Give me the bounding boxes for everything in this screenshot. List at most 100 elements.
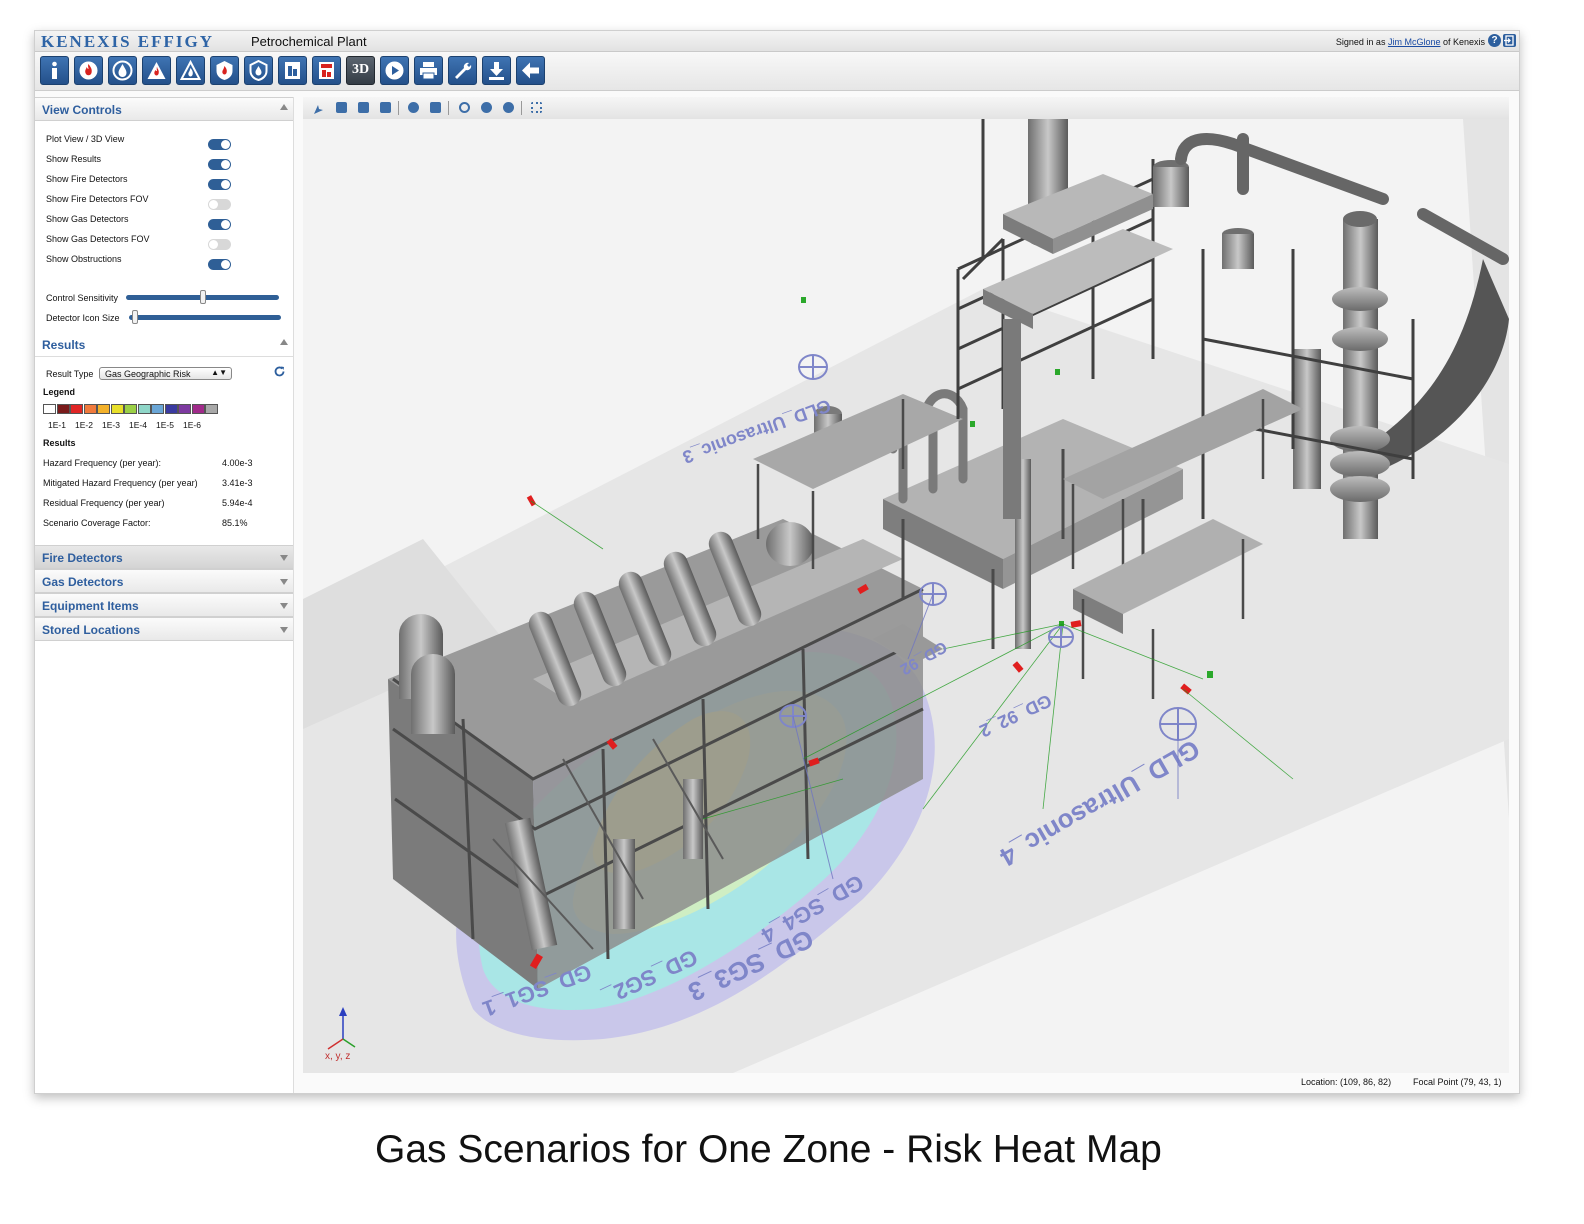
legend-swatch — [137, 404, 151, 414]
report-red-icon[interactable] — [312, 56, 341, 85]
plot-3d-toggle[interactable] — [208, 139, 231, 150]
legend-swatch — [164, 404, 178, 414]
download-icon[interactable] — [482, 56, 511, 85]
stored-locations-header[interactable]: Stored Locations — [35, 617, 293, 641]
slider-label: Detector Icon Size — [46, 313, 120, 323]
legend-tick: 1E-1 — [48, 420, 66, 430]
section-title: Stored Locations — [42, 623, 141, 637]
show-fire-detectors-toggle[interactable] — [208, 179, 231, 190]
legend-tick: 1E-6 — [183, 420, 201, 430]
minus-circle-icon[interactable] — [503, 102, 514, 113]
help-icon[interactable]: ? — [1488, 34, 1501, 47]
info-icon[interactable] — [40, 56, 69, 85]
slider-label: Control Sensitivity — [46, 293, 119, 303]
results-subheading: Results — [43, 438, 76, 448]
plant-name: Petrochemical Plant — [251, 34, 367, 49]
expand-arrow-icon[interactable] — [280, 627, 288, 633]
print-icon[interactable] — [414, 56, 443, 85]
legend-swatch — [110, 404, 124, 414]
legend-swatch — [205, 404, 218, 414]
results-header[interactable]: Results — [35, 333, 293, 357]
camera-icon[interactable] — [430, 102, 441, 113]
slider-thumb[interactable] — [199, 290, 206, 304]
toggle-label: Show Fire Detectors — [46, 174, 128, 184]
show-results-toggle[interactable] — [208, 159, 231, 170]
result-type-value: Gas Geographic Risk — [105, 369, 191, 379]
legend-tick: 1E-2 — [75, 420, 93, 430]
legend-title: Legend — [43, 387, 76, 397]
show-fire-fov-toggle[interactable] — [208, 199, 231, 210]
legend-swatch — [151, 404, 164, 414]
toggle-label: Show Gas Detectors FOV — [46, 234, 150, 244]
side-view-icon[interactable] — [358, 102, 369, 113]
legend-swatch — [191, 404, 205, 414]
slider-thumb[interactable] — [131, 310, 138, 324]
results-title: Results — [42, 338, 86, 352]
user-link[interactable]: Jim McGlone — [1388, 37, 1441, 47]
legend-tick: 1E-4 — [129, 420, 147, 430]
wrench-icon[interactable] — [448, 56, 477, 85]
section-title: Equipment Items — [42, 599, 139, 613]
expand-arrow-icon[interactable] — [280, 603, 288, 609]
legend-tick: 1E-3 — [102, 420, 120, 430]
equipment-items-header[interactable]: Equipment Items — [35, 593, 293, 617]
refresh-icon[interactable] — [273, 365, 286, 383]
metric-label: Mitigated Hazard Frequency (per year) — [43, 478, 198, 488]
left-panel: View Controls Plot View / 3D View Show R… — [35, 97, 294, 1093]
gas-detectors-header[interactable]: Gas Detectors — [35, 569, 293, 593]
legend-tick: 1E-5 — [156, 420, 174, 430]
view-controls-header[interactable]: View Controls — [35, 97, 293, 121]
expand-arrow-icon[interactable] — [280, 579, 288, 585]
axis-label: x, y, z — [325, 1051, 350, 1062]
collapse-arrow-icon[interactable] — [280, 339, 288, 345]
fire-detectors-header[interactable]: Fire Detectors — [35, 545, 293, 569]
title-bar: KENEXIS EFFIGY Petrochemical Plant Signe… — [35, 31, 1519, 52]
app-window: KENEXIS EFFIGY Petrochemical Plant Signe… — [34, 30, 1520, 1094]
brand-logo: KENEXIS EFFIGY — [41, 32, 214, 51]
section-title: Gas Detectors — [42, 575, 124, 589]
play-icon[interactable] — [380, 56, 409, 85]
metric-value: 5.94e-4 — [222, 498, 253, 508]
signed-in-text: Signed in as Jim McGlone of Kenexis — [1336, 37, 1485, 47]
status-bar: Location: (109, 86, 82) Focal Point (79,… — [303, 1073, 1509, 1093]
show-obstructions-toggle[interactable] — [208, 259, 231, 270]
location-readout: Location: (109, 86, 82) — [1301, 1077, 1392, 1087]
metric-label: Hazard Frequency (per year): — [43, 458, 162, 468]
toggle-label: Plot View / 3D View — [46, 134, 125, 144]
main-toolbar: 3D — [35, 52, 1519, 91]
gas-shield-icon[interactable] — [244, 56, 273, 85]
metric-value: 3.41e-3 — [222, 478, 253, 488]
plant-3d-scene[interactable]: GLD_Ultrasonic_3 GLD_Ultrasonic_4 GD_92_… — [303, 119, 1509, 1073]
expand-arrow-icon[interactable] — [280, 555, 288, 561]
flame-warning-icon[interactable] — [142, 56, 171, 85]
detector-icon-size-slider[interactable] — [129, 315, 281, 320]
legend-swatch — [97, 404, 110, 414]
person-icon[interactable] — [481, 102, 492, 113]
toggle-label: Show Gas Detectors — [46, 214, 129, 224]
metric-label: Residual Frequency (per year) — [43, 498, 165, 508]
fit-view-icon[interactable] — [531, 102, 542, 113]
logout-icon[interactable] — [1503, 34, 1516, 47]
pan-icon[interactable] — [313, 102, 324, 114]
show-gas-detectors-toggle[interactable] — [208, 219, 231, 230]
collapse-arrow-icon[interactable] — [280, 104, 288, 110]
3d-view-icon[interactable]: 3D — [346, 56, 375, 85]
globe-icon[interactable] — [408, 102, 419, 113]
legend-swatch — [124, 404, 137, 414]
back-arrow-icon[interactable] — [516, 56, 545, 85]
viewport-toolbar — [303, 97, 1509, 120]
toggle-label: Show Fire Detectors FOV — [46, 194, 149, 204]
3d-view-label: 3D — [351, 62, 370, 77]
result-type-select[interactable]: Gas Geographic Risk ▲▼ — [99, 367, 232, 380]
flame-outline-icon[interactable] — [176, 56, 205, 85]
show-gas-fov-toggle[interactable] — [208, 239, 231, 250]
section-title: Fire Detectors — [42, 551, 123, 565]
gas-drop-icon[interactable] — [108, 56, 137, 85]
report-icon[interactable] — [278, 56, 307, 85]
fire-shield-icon[interactable] — [210, 56, 239, 85]
fire-icon[interactable] — [74, 56, 103, 85]
front-view-icon[interactable] — [336, 102, 347, 113]
target-icon[interactable] — [459, 102, 470, 113]
top-view-icon[interactable] — [380, 102, 391, 113]
3d-viewport[interactable]: GLD_Ultrasonic_3 GLD_Ultrasonic_4 GD_92_… — [303, 97, 1509, 1073]
